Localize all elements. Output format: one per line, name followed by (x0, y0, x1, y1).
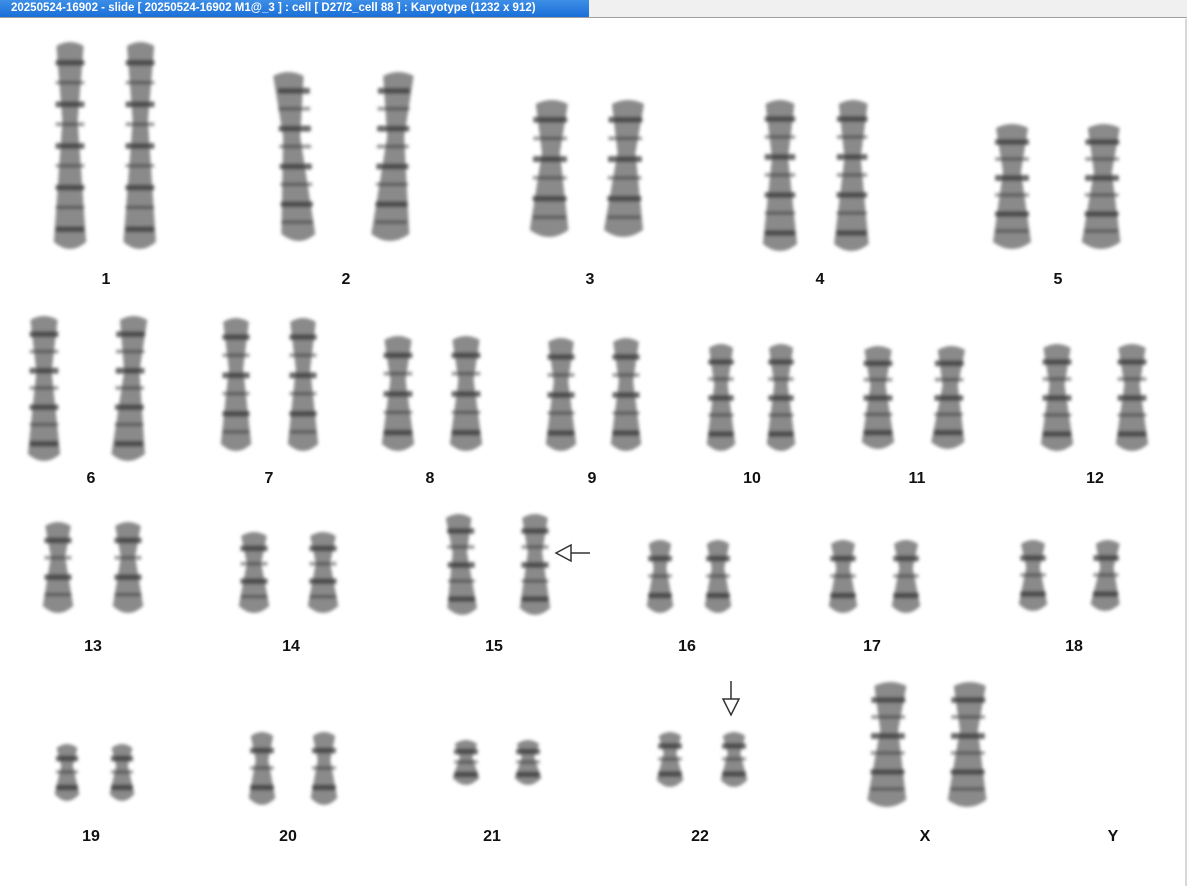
chromosome-label-16: 16 (678, 638, 696, 655)
chromosome-label-12: 12 (1086, 470, 1104, 487)
chromosome-label-19: 19 (82, 828, 100, 845)
chromosome-label-3: 3 (585, 271, 595, 288)
chromosome-label-6: 6 (86, 470, 96, 487)
chromosome-label-x: X (919, 828, 931, 845)
chromosome-label-11: 11 (908, 470, 926, 487)
chromosome-label-8: 8 (425, 470, 435, 487)
chromosome-label-15: 15 (485, 638, 503, 655)
chromosome-label-17: 17 (863, 638, 881, 655)
chromosome-label-18: 18 (1065, 638, 1083, 655)
chromosome-label-22: 22 (691, 828, 709, 845)
chromosome-label-2: 2 (341, 271, 351, 288)
chromosome-label-14: 14 (282, 638, 300, 655)
chromosome-label-1: 1 (101, 271, 111, 288)
chromosome-label-4: 4 (815, 271, 825, 288)
chromosome-label-21: 21 (483, 828, 501, 845)
chromosome-label-5: 5 (1053, 271, 1063, 288)
karyotype-canvas: 1 2 3 4 5 6 7 8 9 10 11 12 13 14 15 16 1… (0, 19, 1187, 886)
chromosome-label-13: 13 (84, 638, 102, 655)
chromosome-label-10: 10 (743, 470, 761, 487)
chromosome-label-y: Y (1107, 828, 1119, 845)
chromosome-label-9: 9 (587, 470, 597, 487)
chromosome-label-7: 7 (264, 470, 274, 487)
chromosome-label-20: 20 (279, 828, 297, 845)
